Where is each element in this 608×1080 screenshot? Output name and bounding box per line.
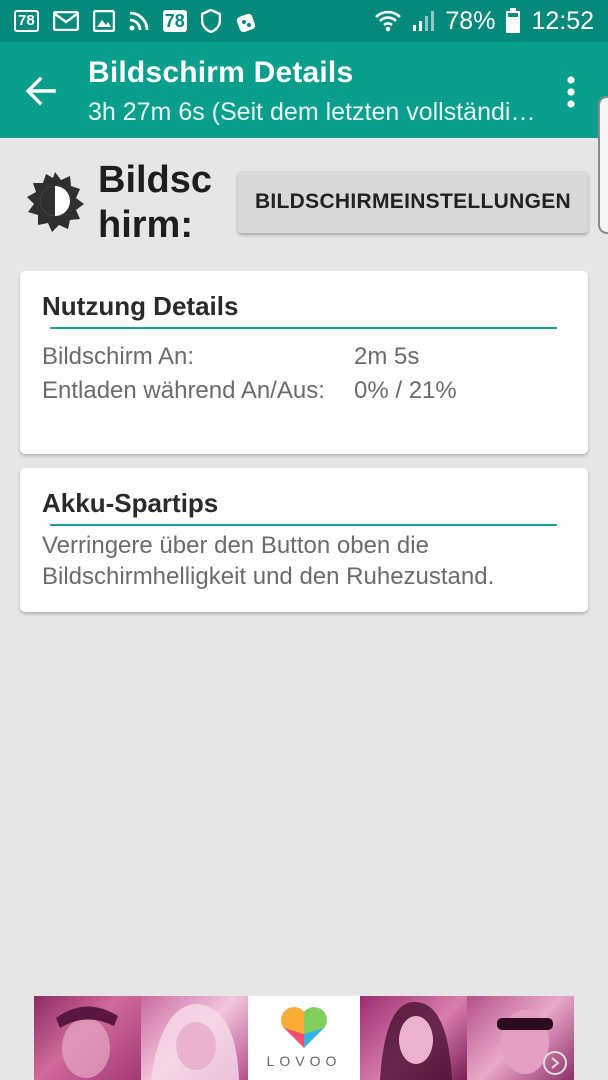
usage-details-card: Nutzung Details Bildschirm An: 2m 5s Ent… bbox=[20, 271, 588, 454]
image-icon bbox=[92, 10, 115, 32]
wifi-icon bbox=[375, 9, 402, 33]
ad-photo-4 bbox=[467, 996, 574, 1080]
app-bar: Bildschirm Details 3h 27m 6s (Seit dem l… bbox=[0, 42, 608, 138]
screen-settings-button[interactable]: BILDSCHIRMEINSTELLUNGEN bbox=[238, 171, 588, 233]
page-subtitle: 3h 27m 6s (Seit dem letzten vollständige… bbox=[88, 98, 538, 126]
screen-on-label: Bildschirm An: bbox=[42, 343, 195, 370]
shield-icon bbox=[200, 9, 221, 33]
ad-close-icon[interactable] bbox=[542, 1050, 568, 1076]
ad-brand: LOVOO bbox=[266, 1053, 342, 1069]
status-icons-left: 78 78 bbox=[14, 8, 257, 34]
ad-photo-1 bbox=[34, 996, 141, 1080]
card-divider bbox=[50, 327, 557, 329]
brightness-icon bbox=[24, 170, 86, 232]
edge-panel-handle[interactable] bbox=[598, 96, 608, 234]
ad-logo: LOVOO bbox=[248, 996, 360, 1080]
battery-percent: 78% bbox=[445, 6, 496, 35]
gallery-icon bbox=[235, 9, 257, 33]
ad-banner[interactable]: LOVOO bbox=[34, 996, 574, 1080]
signal-icon bbox=[411, 9, 435, 33]
discharge-label: Entladen während An/Aus: bbox=[42, 377, 325, 404]
back-button[interactable] bbox=[20, 70, 62, 112]
ad-photo-2 bbox=[141, 996, 248, 1080]
ad-photo-3 bbox=[360, 996, 467, 1080]
battery-icon bbox=[505, 8, 521, 34]
more-vert-icon bbox=[567, 76, 575, 108]
screen-on-value: 2m 5s bbox=[354, 343, 420, 370]
clock: 12:52 bbox=[531, 6, 594, 35]
rss-icon bbox=[129, 11, 149, 31]
card-divider bbox=[50, 524, 557, 526]
discharge-value: 0% / 21% bbox=[354, 377, 457, 404]
arrow-back-icon bbox=[25, 76, 56, 106]
screen-label: Bildschirm: bbox=[98, 159, 213, 246]
lovoo-heart-icon bbox=[281, 1007, 327, 1048]
calendar-badge: 78 bbox=[162, 10, 187, 32]
card-title: Akku-Spartips bbox=[42, 488, 219, 518]
news-badge: 78 bbox=[14, 10, 39, 32]
page-title: Bildschirm Details bbox=[88, 56, 354, 89]
status-icons-right: 78% 12:52 bbox=[375, 6, 594, 36]
battery-tips-card: Akku-Spartips Verringere über den Button… bbox=[20, 468, 588, 612]
status-bar: 78 78 78% 12:52 bbox=[0, 0, 608, 42]
tips-text: Verringere über den Button oben die Bild… bbox=[42, 532, 495, 590]
calendar-icon: 78 bbox=[162, 10, 187, 32]
card-title: Nutzung Details bbox=[42, 291, 239, 321]
news-icon: 78 bbox=[14, 10, 39, 32]
overflow-menu-button[interactable] bbox=[556, 72, 586, 112]
mail-icon bbox=[52, 11, 79, 31]
